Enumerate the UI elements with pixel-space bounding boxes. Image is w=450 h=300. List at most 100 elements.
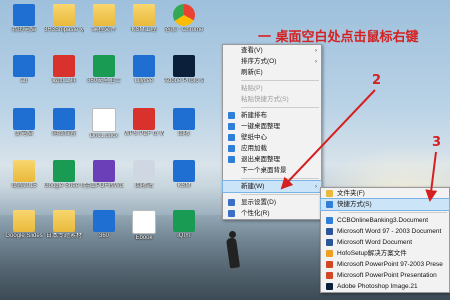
- new-submenu-item[interactable]: CCBOnlineBanking3.Document: [321, 215, 449, 226]
- context-menu-item[interactable]: 新建(W) ›: [222, 180, 322, 193]
- context-menu-item[interactable]: 一键桌面整理: [223, 121, 321, 132]
- context-menu-item-label: 新建(W): [241, 183, 265, 190]
- new-submenu-item-label: Microsoft Word Document: [337, 239, 413, 246]
- desktop-icon[interactable]: Doc1.docx: [84, 108, 124, 140]
- context-menu-item[interactable]: 退出桌面整理: [223, 154, 321, 165]
- desktop-icon[interactable]: 谷歌 - Chrome: [164, 4, 204, 34]
- context-menu-item[interactable]: 新建排布: [223, 110, 321, 121]
- desktop-icon[interactable]: Lilycee: [124, 55, 164, 85]
- desktop-icon[interactable]: 金山PDF转Word: [84, 160, 124, 190]
- bin-icon: [133, 160, 155, 182]
- doc-icon: [92, 108, 116, 132]
- menu-item-icon: [228, 199, 235, 206]
- chevron-right-icon: ›: [314, 47, 317, 54]
- desktop-icon-label: 截图工具: [51, 78, 76, 84]
- context-menu-item[interactable]: 粘贴快捷方式(S): [223, 94, 321, 105]
- context-menu-item[interactable]: 刷新(E): [223, 67, 321, 78]
- desktop-icon[interactable]: 设置2015: [4, 160, 44, 190]
- menu-item-icon: [326, 272, 333, 279]
- new-submenu-item[interactable]: HofoSetup解决方案文件: [321, 248, 449, 259]
- context-menu-item[interactable]: 排序方式(O) ›: [223, 56, 321, 67]
- desktop-icon[interactable]: 网络位置: [44, 108, 84, 138]
- context-menu-item-label: 个性化(R): [241, 210, 270, 217]
- context-menu-item[interactable]: 个性化(R): [223, 208, 321, 219]
- desktop-icon-label: 谷歌 - Chrome: [164, 27, 204, 33]
- desktop-icon[interactable]: 360: [84, 210, 124, 240]
- context-menu-item[interactable]: 下一个桌面背景: [223, 165, 321, 176]
- desktop-icon[interactable]: Ebook: [124, 210, 164, 242]
- desktop-icon-label: 日本专题素材: [45, 233, 82, 239]
- new-submenu-item-label: Microsoft PowerPoint 97-2003 Prese: [337, 261, 443, 268]
- context-menu-item-label: 排序方式(O): [241, 58, 277, 65]
- context-menu-item[interactable]: 壁纸中心: [223, 132, 321, 143]
- new-submenu-item[interactable]: 文件夹(F): [321, 188, 449, 199]
- desktop-icon[interactable]: 我的电脑: [4, 4, 44, 34]
- blue-icon: [13, 108, 35, 130]
- desktop-icon[interactable]: 此电脑: [4, 108, 44, 138]
- new-submenu: 文件夹(F) 快捷方式(S) CCBOnlineBanking3.Document M…: [320, 187, 450, 293]
- desktop-icon-label: 网络位置: [51, 131, 76, 137]
- desktop-icon[interactable]: 编程文件: [84, 4, 124, 34]
- context-menu-item-label: 粘贴快捷方式(S): [241, 96, 289, 103]
- red-icon: [53, 55, 75, 77]
- chevron-right-icon: ›: [314, 183, 317, 190]
- new-submenu-item-label: 文件夹(F): [337, 190, 365, 197]
- folder-icon: [13, 160, 35, 182]
- new-submenu-item[interactable]: Microsoft Word Document: [321, 237, 449, 248]
- menu-item-icon: [326, 283, 333, 290]
- desktop-icon[interactable]: Google Shee ts: [44, 160, 84, 190]
- annotation-step2: 2: [372, 73, 382, 88]
- annotation-step1: 一 桌面空白处点击鼠标右键: [258, 30, 419, 45]
- new-submenu-item[interactable]: Microsoft PowerPoint 97-2003 Prese: [321, 259, 449, 270]
- folder-icon: [53, 210, 75, 232]
- desktop-icon-label: KSM: [177, 183, 191, 189]
- desktop-icon[interactable]: KSM工程: [124, 4, 164, 34]
- context-menu-item[interactable]: 显示设置(D): [223, 197, 321, 208]
- desktop-icon-label: Google Slides: [5, 233, 43, 239]
- desktop-icon[interactable]: Adobe Photo shop 2020: [164, 55, 204, 85]
- desktop-icon[interactable]: ab: [4, 55, 44, 85]
- desktop-icon[interactable]: WPS PDF to Wordfdd: [124, 108, 164, 138]
- desktop-icon[interactable]: Google Slides: [4, 210, 44, 240]
- desktop-icon-label: 此电脑: [14, 131, 33, 137]
- new-submenu-item[interactable]: Microsoft Word 97 - 2003 Document: [321, 226, 449, 237]
- desktop-icon[interactable]: 360安全卫士: [84, 55, 124, 85]
- menu-item-icon: [228, 210, 235, 217]
- desktop-icon[interactable]: 回收站: [124, 160, 164, 190]
- new-submenu-item[interactable]: Adobe Photoshop Image.21: [321, 281, 449, 292]
- context-menu-item-label: 退出桌面整理: [241, 156, 280, 163]
- desktop-icon[interactable]: KSM: [164, 160, 204, 190]
- context-menu-item-label: 查看(V): [241, 47, 263, 54]
- new-submenu-item[interactable]: Microsoft PowerPoint Presentation: [321, 270, 449, 281]
- desktop-icon[interactable]: 截图工具: [44, 55, 84, 85]
- new-submenu-item-label: Adobe Photoshop Image.21: [337, 283, 418, 290]
- menu-separator: [241, 107, 319, 108]
- menu-item-icon: [326, 190, 333, 197]
- desktop-icon-label: ab: [20, 78, 28, 84]
- desktop-icon-label: 回收: [177, 131, 190, 137]
- desktop[interactable]: 我的电脑 3H3Snipaste xyb 编程文件 KSM工程 谷歌 - Chrome a…: [0, 0, 450, 300]
- desktop-icon-label: 编程文件: [91, 27, 116, 33]
- purple-icon: [93, 160, 115, 182]
- context-menu-item[interactable]: 粘贴(P): [223, 83, 321, 94]
- blue-icon: [133, 55, 155, 77]
- new-submenu-item[interactable]: 快捷方式(S): [320, 198, 450, 211]
- menu-separator: [339, 212, 447, 213]
- desktop-icon[interactable]: 回收: [164, 108, 204, 138]
- menu-item-icon: [228, 123, 235, 130]
- desktop-icon-label: Adobe Photo shop 2020: [164, 78, 204, 84]
- desktop-icon[interactable]: 3H3Snipaste xyb: [44, 4, 84, 34]
- context-menu-item-label: 壁纸中心: [241, 134, 267, 141]
- desktop-icon-label: 3H3Snipaste xyb: [44, 27, 84, 33]
- menu-item-icon: [326, 217, 333, 224]
- context-menu-item-label: 粘贴(P): [241, 85, 263, 92]
- desktop-icon[interactable]: iQIYI: [164, 210, 204, 240]
- context-menu-item[interactable]: 应用加载: [223, 143, 321, 154]
- context-menu-item[interactable]: 查看(V) ›: [223, 45, 321, 56]
- chrome-icon: [173, 4, 195, 26]
- menu-item-icon: [228, 156, 235, 163]
- desktop-icon-label: 360安全卫士: [86, 78, 121, 84]
- menu-item-icon: [326, 201, 333, 208]
- desktop-icon[interactable]: 日本专题素材: [44, 210, 84, 240]
- menu-item-icon: [326, 239, 333, 246]
